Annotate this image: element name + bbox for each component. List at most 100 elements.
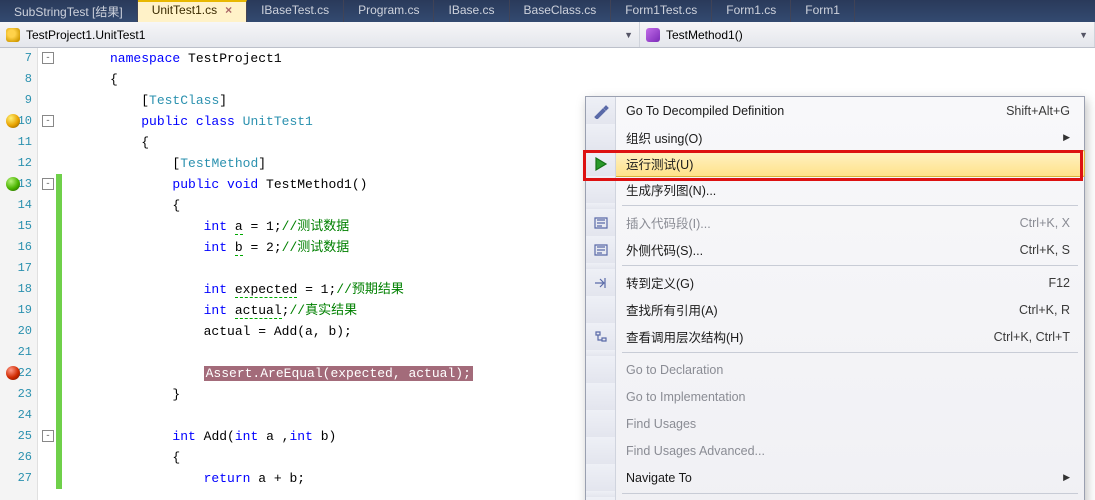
change-mark [56, 216, 62, 237]
change-mark [56, 237, 62, 258]
document-tab[interactable]: IBaseTest.cs [247, 0, 344, 22]
line-number: 9 [0, 90, 38, 111]
menu-item-shortcut: F12 [1048, 276, 1070, 290]
menu-item: Find Usages Advanced... [586, 437, 1084, 464]
document-tab[interactable]: Form1 [791, 0, 855, 22]
menu-separator [586, 350, 1084, 356]
change-mark [56, 258, 62, 279]
fold-toggle[interactable]: - [42, 178, 54, 190]
menu-item-shortcut: Ctrl+K, Ctrl+T [994, 330, 1070, 344]
change-mark [56, 384, 62, 405]
code-line[interactable]: public void TestMethod1() [38, 174, 367, 195]
line-number: 15 [0, 216, 38, 237]
code-line[interactable]: [TestMethod] [38, 153, 266, 174]
code-line[interactable]: { [38, 132, 149, 153]
breakpoint-marker[interactable] [6, 366, 20, 380]
menu-item[interactable]: Go To Decompiled DefinitionShift+Alt+G [586, 97, 1084, 124]
change-mark [56, 279, 62, 300]
breakpoint-marker[interactable] [6, 114, 20, 128]
line-number: 20 [0, 321, 38, 342]
wand-icon [593, 103, 609, 119]
context-menu: Go To Decompiled DefinitionShift+Alt+G组织… [585, 96, 1085, 500]
document-tab[interactable]: BaseClass.cs [510, 0, 612, 22]
document-tab[interactable]: UnitTest1.cs× [138, 0, 247, 22]
menu-item[interactable]: 查看调用层次结构(H)Ctrl+K, Ctrl+T [586, 323, 1084, 350]
menu-item[interactable]: Navigate To▶ [586, 464, 1084, 491]
document-tabs: SubStringTest [结果]UnitTest1.cs×IBaseTest… [0, 0, 1095, 22]
class-dropdown[interactable]: TestProject1.UnitTest1 ▼ [0, 22, 640, 47]
code-line[interactable]: public class UnitTest1 [38, 111, 313, 132]
menu-item-label: 运行测试(U) [616, 154, 1070, 173]
code-line[interactable]: int Add(int a ,int b) [38, 426, 336, 447]
breakpoint-marker[interactable] [6, 177, 20, 191]
class-icon [6, 28, 20, 42]
document-tab[interactable]: Program.cs [344, 0, 434, 22]
change-mark [56, 468, 62, 489]
code-line[interactable] [38, 405, 110, 426]
change-mark [56, 342, 62, 363]
line-number: 25 [0, 426, 38, 447]
menu-item-shortcut: Ctrl+K, R [1019, 303, 1070, 317]
line-number: 27 [0, 468, 38, 489]
document-tab[interactable]: SubStringTest [结果] [0, 0, 138, 22]
code-line[interactable]: int expected = 1;//预期结果 [38, 279, 404, 300]
change-mark [56, 426, 62, 447]
member-dropdown[interactable]: TestMethod1() ▼ [640, 22, 1095, 47]
line-number: 16 [0, 237, 38, 258]
code-line[interactable] [38, 258, 110, 279]
change-mark [56, 447, 62, 468]
change-mark [56, 363, 62, 384]
chevron-down-icon: ▼ [624, 30, 633, 40]
menu-item[interactable]: 组织 using(O)▶ [586, 124, 1084, 151]
code-line[interactable]: namespace TestProject1 [38, 48, 282, 69]
menu-item-label: 生成序列图(N)... [616, 180, 1070, 199]
line-number: 21 [0, 342, 38, 363]
menu-item[interactable]: 查找所有引用(A) Ctrl+K, R [586, 296, 1084, 323]
method-icon [646, 28, 660, 42]
code-line[interactable]: Assert.AreEqual(expected, actual); [38, 363, 473, 384]
menu-item[interactable]: 转到定义(G) F12 [586, 269, 1084, 296]
line-number: 7 [0, 48, 38, 69]
menu-item-label: Go To Decompiled Definition [616, 104, 990, 118]
code-line[interactable]: int a = 1;//测试数据 [38, 216, 349, 237]
menu-separator [586, 263, 1084, 269]
document-tab[interactable]: Form1Test.cs [611, 0, 712, 22]
menu-item-label: Go to Implementation [616, 390, 1070, 404]
code-line[interactable]: { [38, 69, 118, 90]
menu-item: 插入代码段(I)...Ctrl+K, X [586, 209, 1084, 236]
code-editor[interactable]: namespace TestProject1{ [TestClass] publ… [0, 48, 1095, 500]
menu-item-shortcut: Ctrl+K, X [1020, 216, 1070, 230]
menu-item-label: Navigate To [616, 471, 1063, 485]
document-tab[interactable]: Form1.cs [712, 0, 791, 22]
code-line[interactable]: [TestClass] [38, 90, 227, 111]
menu-item-shortcut: Ctrl+K, S [1020, 243, 1070, 257]
menu-item-label: 转到定义(G) [616, 273, 1032, 292]
menu-item[interactable]: 生成序列图(N)... [586, 176, 1084, 203]
code-line[interactable]: actual = Add(a, b); [38, 321, 352, 342]
menu-item[interactable]: 运行测试(U) [585, 150, 1085, 177]
line-number: 26 [0, 447, 38, 468]
fold-toggle[interactable]: - [42, 52, 54, 64]
line-number: 14 [0, 195, 38, 216]
def-icon [593, 275, 609, 291]
menu-item-label: 组织 using(O) [616, 128, 1063, 147]
run-icon [593, 156, 609, 172]
code-line[interactable]: int actual;//真实结果 [38, 300, 357, 321]
submenu-arrow-icon: ▶ [1063, 132, 1070, 143]
submenu-arrow-icon: ▶ [1063, 472, 1070, 483]
code-line[interactable]: int b = 2;//测试数据 [38, 237, 349, 258]
fold-toggle[interactable]: - [42, 430, 54, 442]
code-line[interactable] [38, 342, 110, 363]
change-mark [56, 300, 62, 321]
close-icon[interactable]: × [225, 3, 232, 17]
change-mark [56, 321, 62, 342]
change-mark [56, 195, 62, 216]
line-number: 17 [0, 258, 38, 279]
menu-item[interactable]: 外侧代码(S)...Ctrl+K, S [586, 236, 1084, 263]
menu-item-label: 查找所有引用(A) [616, 300, 1003, 319]
document-tab[interactable]: IBase.cs [434, 0, 509, 22]
code-line[interactable]: return a + b; [38, 468, 305, 489]
menu-item: Go to Declaration [586, 356, 1084, 383]
chevron-down-icon: ▼ [1079, 30, 1088, 40]
fold-toggle[interactable]: - [42, 115, 54, 127]
